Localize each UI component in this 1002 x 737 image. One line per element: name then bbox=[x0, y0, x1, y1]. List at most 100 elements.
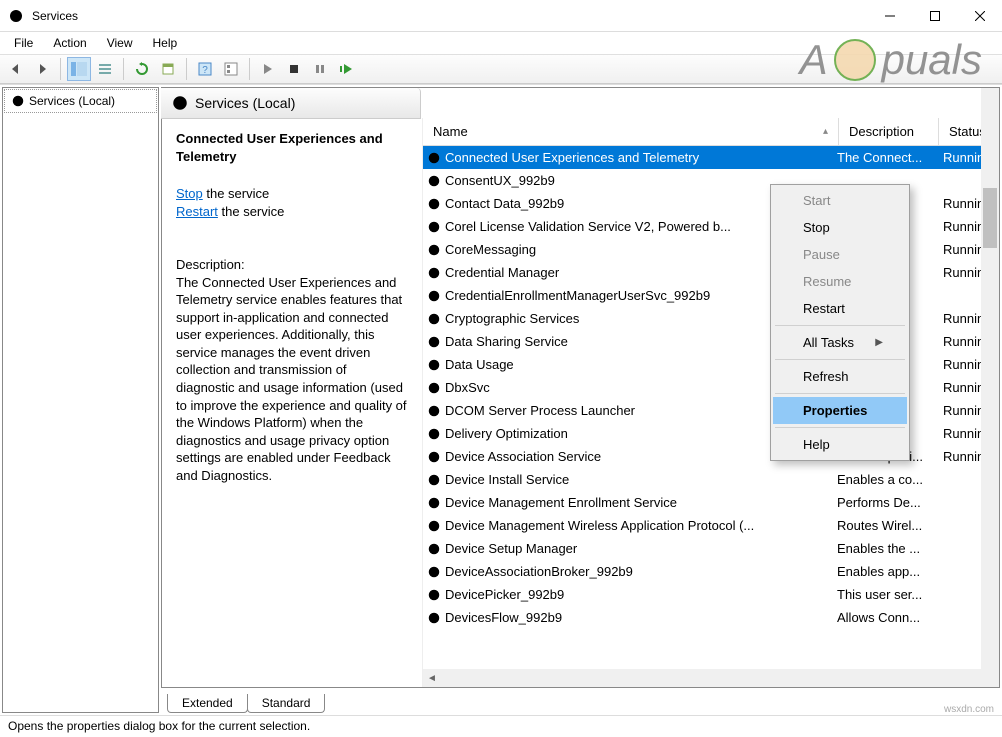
service-row[interactable]: ConsentUX_992b9 bbox=[423, 169, 999, 192]
gear-icon bbox=[427, 542, 441, 556]
gear-icon bbox=[427, 496, 441, 510]
gear-icon bbox=[427, 220, 441, 234]
gear-icon bbox=[427, 289, 441, 303]
cm-stop[interactable]: Stop bbox=[773, 214, 907, 241]
forward-button[interactable] bbox=[30, 57, 54, 81]
gear-icon bbox=[427, 588, 441, 602]
cm-all-tasks[interactable]: All Tasks▶ bbox=[773, 329, 907, 356]
face-icon bbox=[834, 39, 876, 81]
restart-service-button[interactable] bbox=[334, 57, 358, 81]
view-tabs: Extended Standard bbox=[161, 689, 1000, 713]
service-description: Enables app... bbox=[833, 564, 939, 579]
cm-start[interactable]: Start bbox=[773, 187, 907, 214]
gear-icon bbox=[427, 243, 441, 257]
service-row[interactable]: Delivery OptimizationRunning bbox=[423, 422, 999, 445]
service-row[interactable]: CredentialEnrollmentManagerUserSvc_992b9 bbox=[423, 284, 999, 307]
service-row[interactable]: DCOM Server Process LauncherRunning bbox=[423, 399, 999, 422]
service-row[interactable]: Connected User Experiences and Telemetry… bbox=[423, 146, 999, 169]
service-row[interactable]: Contact Data_992b9Running bbox=[423, 192, 999, 215]
tab-standard[interactable]: Standard bbox=[247, 694, 326, 713]
show-tree-button[interactable] bbox=[67, 57, 91, 81]
gear-icon bbox=[427, 358, 441, 372]
tree-root-item[interactable]: Services (Local) bbox=[4, 89, 157, 113]
column-name[interactable]: Name▴ bbox=[423, 118, 839, 145]
service-row[interactable]: DbxSvcRunning bbox=[423, 376, 999, 399]
column-description[interactable]: Description bbox=[839, 118, 939, 145]
services-list[interactable]: Name▴ Description Status Connected User … bbox=[422, 118, 999, 687]
horizontal-scrollbar[interactable]: ◄ ► bbox=[423, 669, 999, 687]
service-row[interactable]: Credential ManagerRunning bbox=[423, 261, 999, 284]
restart-link[interactable]: Restart bbox=[176, 204, 218, 219]
cm-pause[interactable]: Pause bbox=[773, 241, 907, 268]
back-button[interactable] bbox=[4, 57, 28, 81]
refresh-button[interactable] bbox=[130, 57, 154, 81]
gear-icon bbox=[427, 197, 441, 211]
service-row[interactable]: Cryptographic ServicesRunning bbox=[423, 307, 999, 330]
service-name-label: Connected User Experiences and Telemetry bbox=[445, 150, 699, 165]
tab-extended[interactable]: Extended bbox=[167, 694, 248, 713]
title-bar: Services bbox=[0, 0, 1002, 32]
service-name-label: Device Install Service bbox=[445, 472, 569, 487]
menu-view[interactable]: View bbox=[97, 34, 143, 52]
selected-service-name: Connected User Experiences and Telemetry bbox=[176, 130, 408, 165]
cm-resume[interactable]: Resume bbox=[773, 268, 907, 295]
gear-icon bbox=[427, 381, 441, 395]
panel-title: Services (Local) bbox=[195, 95, 295, 111]
gear-icon bbox=[427, 473, 441, 487]
list-header[interactable]: Name▴ Description Status bbox=[423, 118, 999, 146]
service-description: This user ser... bbox=[833, 587, 939, 602]
start-service-button[interactable] bbox=[256, 57, 280, 81]
service-row[interactable]: Device Management Enrollment ServicePerf… bbox=[423, 491, 999, 514]
service-row[interactable]: Device Install Service Enables a co... bbox=[423, 468, 999, 491]
gear-icon bbox=[427, 611, 441, 625]
stop-link[interactable]: Stop bbox=[176, 186, 203, 201]
status-bar: Opens the properties dialog box for the … bbox=[0, 715, 1002, 737]
service-description: Enables a co... bbox=[833, 472, 939, 487]
gear-icon bbox=[11, 94, 25, 108]
export-button[interactable] bbox=[156, 57, 180, 81]
panel-header: Services (Local) bbox=[161, 88, 421, 119]
service-description: Enables the ... bbox=[833, 541, 939, 556]
service-row[interactable]: Device Management Wireless Application P… bbox=[423, 514, 999, 537]
service-row[interactable]: DevicePicker_992b9This user ser... bbox=[423, 583, 999, 606]
maximize-button[interactable] bbox=[912, 0, 957, 31]
close-button[interactable] bbox=[957, 0, 1002, 31]
service-row[interactable]: DeviceAssociationBroker_992b9Enables app… bbox=[423, 560, 999, 583]
gear-icon bbox=[427, 266, 441, 280]
cm-help[interactable]: Help bbox=[773, 431, 907, 458]
cm-restart[interactable]: Restart bbox=[773, 295, 907, 322]
service-name-label: Device Association Service bbox=[445, 449, 601, 464]
scrollbar-thumb[interactable] bbox=[983, 188, 997, 248]
vertical-scrollbar[interactable] bbox=[981, 88, 999, 687]
description-label: Description: bbox=[176, 256, 408, 274]
details-button[interactable] bbox=[93, 57, 117, 81]
menu-help[interactable]: Help bbox=[143, 34, 188, 52]
properties-button[interactable] bbox=[219, 57, 243, 81]
service-row[interactable]: Data Sharing ServiceRunning bbox=[423, 330, 999, 353]
cm-properties[interactable]: Properties bbox=[773, 397, 907, 424]
details-pane: Connected User Experiences and Telemetry… bbox=[162, 118, 422, 687]
menu-action[interactable]: Action bbox=[43, 34, 96, 52]
gear-icon bbox=[427, 312, 441, 326]
menu-file[interactable]: File bbox=[4, 34, 43, 52]
minimize-button[interactable] bbox=[867, 0, 912, 31]
help-button[interactable]: ? bbox=[193, 57, 217, 81]
service-row[interactable]: Device Association ServiceEnables pairi.… bbox=[423, 445, 999, 468]
description-text: The Connected User Experiences and Telem… bbox=[176, 274, 408, 485]
cm-refresh[interactable]: Refresh bbox=[773, 363, 907, 390]
service-row[interactable]: Data UsageRunning bbox=[423, 353, 999, 376]
tree-pane[interactable]: Services (Local) bbox=[2, 87, 159, 713]
scroll-left-icon[interactable]: ◄ bbox=[423, 669, 441, 687]
gear-icon bbox=[8, 8, 24, 24]
pause-service-button[interactable] bbox=[308, 57, 332, 81]
footer-watermark: wsxdn.com bbox=[944, 704, 994, 715]
service-name-label: Corel License Validation Service V2, Pow… bbox=[445, 219, 731, 234]
service-name-label: Contact Data_992b9 bbox=[445, 196, 564, 211]
service-row[interactable]: DevicesFlow_992b9Allows Conn... bbox=[423, 606, 999, 629]
gear-icon bbox=[427, 151, 441, 165]
gear-icon bbox=[427, 519, 441, 533]
service-row[interactable]: Corel License Validation Service V2, Pow… bbox=[423, 215, 999, 238]
service-row[interactable]: CoreMessagingRunning bbox=[423, 238, 999, 261]
stop-service-button[interactable] bbox=[282, 57, 306, 81]
service-row[interactable]: Device Setup ManagerEnables the ... bbox=[423, 537, 999, 560]
